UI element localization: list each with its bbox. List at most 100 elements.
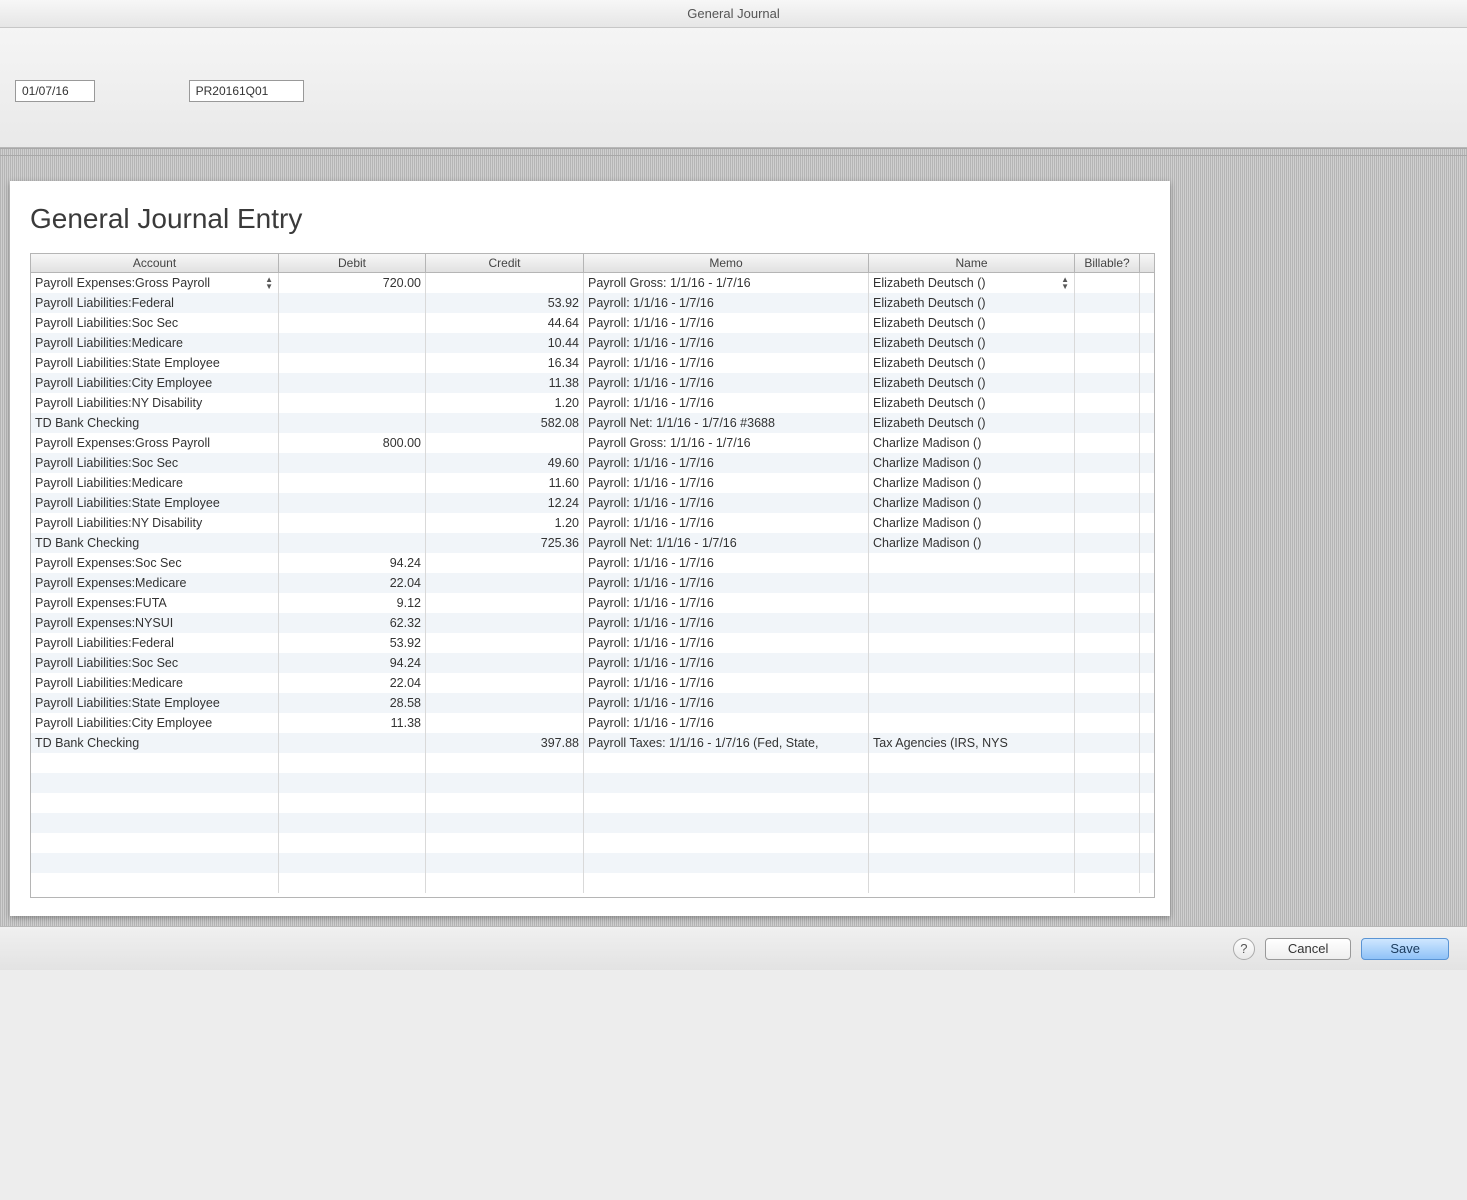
cell-billable[interactable] <box>1075 453 1140 473</box>
cell-name[interactable] <box>869 593 1075 613</box>
cell-name[interactable]: Elizabeth Deutsch ()▲▼ <box>869 273 1075 293</box>
table-row[interactable]: Payroll Expenses:Medicare22.04Payroll: 1… <box>31 573 1154 593</box>
cell-memo[interactable]: Payroll: 1/1/16 - 1/7/16 <box>584 493 869 513</box>
cell-billable[interactable] <box>1075 593 1140 613</box>
cell-name[interactable] <box>869 813 1075 833</box>
cell-memo[interactable]: Payroll: 1/1/16 - 1/7/16 <box>584 613 869 633</box>
cell-billable[interactable] <box>1075 493 1140 513</box>
cell-debit[interactable] <box>279 493 426 513</box>
table-row[interactable]: Payroll Liabilities:Soc Sec94.24Payroll:… <box>31 653 1154 673</box>
cell-credit[interactable] <box>426 653 584 673</box>
cell-debit[interactable] <box>279 793 426 813</box>
table-row[interactable]: TD Bank Checking397.88Payroll Taxes: 1/1… <box>31 733 1154 753</box>
cell-name[interactable] <box>869 853 1075 873</box>
cell-account[interactable] <box>31 853 279 873</box>
cell-credit[interactable] <box>426 793 584 813</box>
cell-debit[interactable] <box>279 753 426 773</box>
cell-name[interactable]: Elizabeth Deutsch () <box>869 413 1075 433</box>
cell-account[interactable]: TD Bank Checking <box>31 733 279 753</box>
cell-debit[interactable]: 28.58 <box>279 693 426 713</box>
cell-memo[interactable]: Payroll: 1/1/16 - 1/7/16 <box>584 693 869 713</box>
cell-billable[interactable] <box>1075 573 1140 593</box>
table-row[interactable]: Payroll Liabilities:State Employee16.34P… <box>31 353 1154 373</box>
cell-name[interactable]: Elizabeth Deutsch () <box>869 353 1075 373</box>
cell-credit[interactable] <box>426 593 584 613</box>
cell-debit[interactable]: 720.00 <box>279 273 426 293</box>
cell-account[interactable]: Payroll Liabilities:Federal <box>31 633 279 653</box>
col-header-debit[interactable]: Debit <box>279 254 426 272</box>
table-row[interactable] <box>31 853 1154 873</box>
table-row[interactable]: TD Bank Checking582.08Payroll Net: 1/1/1… <box>31 413 1154 433</box>
cell-account[interactable]: TD Bank Checking <box>31 413 279 433</box>
cell-credit[interactable] <box>426 693 584 713</box>
cell-billable[interactable] <box>1075 873 1140 893</box>
cell-memo[interactable]: Payroll Gross: 1/1/16 - 1/7/16 <box>584 273 869 293</box>
cell-memo[interactable]: Payroll: 1/1/16 - 1/7/16 <box>584 393 869 413</box>
cell-account[interactable]: Payroll Liabilities:Soc Sec <box>31 453 279 473</box>
cell-memo[interactable] <box>584 853 869 873</box>
cell-billable[interactable] <box>1075 653 1140 673</box>
cell-memo[interactable]: Payroll: 1/1/16 - 1/7/16 <box>584 673 869 693</box>
cell-credit[interactable]: 12.24 <box>426 493 584 513</box>
cell-name[interactable]: Elizabeth Deutsch () <box>869 373 1075 393</box>
cell-debit[interactable] <box>279 853 426 873</box>
table-row[interactable]: Payroll Liabilities:City Employee11.38Pa… <box>31 713 1154 733</box>
cell-memo[interactable] <box>584 773 869 793</box>
cell-account[interactable]: Payroll Liabilities:Medicare <box>31 473 279 493</box>
table-row[interactable] <box>31 793 1154 813</box>
cell-account[interactable]: Payroll Liabilities:NY Disability <box>31 393 279 413</box>
cell-debit[interactable] <box>279 373 426 393</box>
cell-memo[interactable]: Payroll: 1/1/16 - 1/7/16 <box>584 713 869 733</box>
cell-credit[interactable]: 11.60 <box>426 473 584 493</box>
cell-billable[interactable] <box>1075 673 1140 693</box>
cell-billable[interactable] <box>1075 393 1140 413</box>
table-row[interactable] <box>31 873 1154 893</box>
cell-name[interactable]: Charlize Madison () <box>869 513 1075 533</box>
cell-memo[interactable]: Payroll: 1/1/16 - 1/7/16 <box>584 593 869 613</box>
table-row[interactable]: Payroll Liabilities:Medicare11.60Payroll… <box>31 473 1154 493</box>
cell-credit[interactable] <box>426 813 584 833</box>
table-row[interactable]: Payroll Expenses:NYSUI62.32Payroll: 1/1/… <box>31 613 1154 633</box>
cell-memo[interactable]: Payroll: 1/1/16 - 1/7/16 <box>584 293 869 313</box>
cell-account[interactable]: Payroll Liabilities:City Employee <box>31 373 279 393</box>
cell-billable[interactable] <box>1075 553 1140 573</box>
cell-name[interactable] <box>869 553 1075 573</box>
cell-account[interactable]: Payroll Expenses:Soc Sec <box>31 553 279 573</box>
stepper-icon[interactable]: ▲▼ <box>265 276 273 290</box>
cell-name[interactable] <box>869 773 1075 793</box>
cell-name[interactable] <box>869 693 1075 713</box>
cell-account[interactable]: Payroll Expenses:Gross Payroll▲▼ <box>31 273 279 293</box>
cell-debit[interactable]: 22.04 <box>279 573 426 593</box>
table-row[interactable]: Payroll Liabilities:NY Disability1.20Pay… <box>31 393 1154 413</box>
cell-credit[interactable]: 44.64 <box>426 313 584 333</box>
cell-account[interactable]: Payroll Expenses:Gross Payroll <box>31 433 279 453</box>
cell-debit[interactable] <box>279 453 426 473</box>
cell-account[interactable]: Payroll Liabilities:Medicare <box>31 333 279 353</box>
cell-credit[interactable] <box>426 773 584 793</box>
table-row[interactable] <box>31 813 1154 833</box>
cell-credit[interactable]: 16.34 <box>426 353 584 373</box>
cell-memo[interactable]: Payroll Net: 1/1/16 - 1/7/16 <box>584 533 869 553</box>
table-body[interactable]: Payroll Expenses:Gross Payroll▲▼720.00Pa… <box>31 273 1154 898</box>
cell-billable[interactable] <box>1075 693 1140 713</box>
cell-name[interactable]: Charlize Madison () <box>869 493 1075 513</box>
cell-billable[interactable] <box>1075 713 1140 733</box>
cell-credit[interactable]: 49.60 <box>426 453 584 473</box>
cell-credit[interactable] <box>426 873 584 893</box>
stepper-icon[interactable]: ▲▼ <box>1061 276 1069 290</box>
cell-name[interactable] <box>869 753 1075 773</box>
cell-credit[interactable]: 1.20 <box>426 513 584 533</box>
cell-credit[interactable] <box>426 573 584 593</box>
cell-credit[interactable] <box>426 613 584 633</box>
cell-debit[interactable] <box>279 533 426 553</box>
cell-name[interactable] <box>869 653 1075 673</box>
cell-memo[interactable] <box>584 753 869 773</box>
cell-billable[interactable] <box>1075 833 1140 853</box>
cell-account[interactable]: Payroll Liabilities:City Employee <box>31 713 279 733</box>
cell-name[interactable] <box>869 613 1075 633</box>
cell-name[interactable]: Charlize Madison () <box>869 433 1075 453</box>
cell-billable[interactable] <box>1075 813 1140 833</box>
cell-debit[interactable] <box>279 833 426 853</box>
table-row[interactable]: Payroll Expenses:Soc Sec94.24Payroll: 1/… <box>31 553 1154 573</box>
cell-billable[interactable] <box>1075 353 1140 373</box>
